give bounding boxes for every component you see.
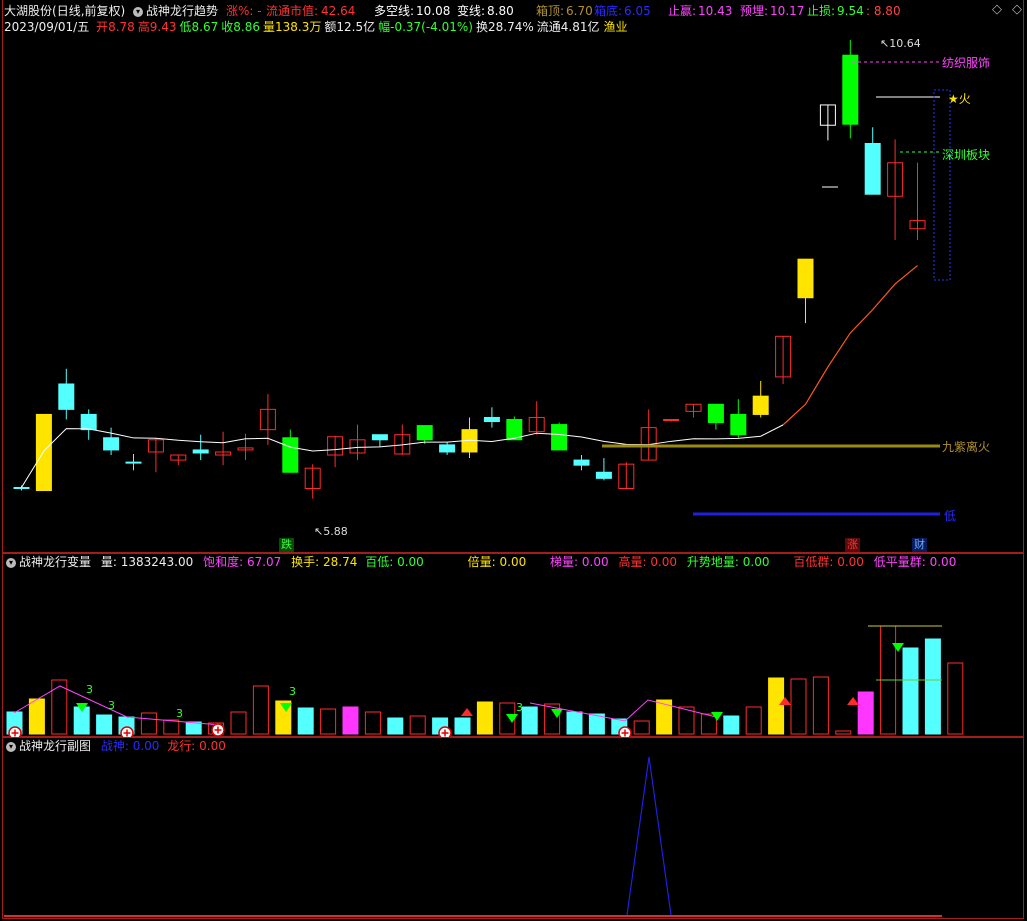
tag-shenzhen[interactable]: 深圳板块 [942, 146, 990, 163]
volume-bar [835, 730, 852, 735]
up-triangle-icon [847, 697, 859, 705]
candle-body [439, 444, 456, 453]
candle-body [797, 258, 814, 299]
zhanshen-spike-line [626, 756, 672, 916]
volume-bar [163, 719, 180, 735]
volume-bar [902, 647, 919, 735]
candle-body [13, 486, 30, 489]
volume-bar [96, 714, 113, 735]
candle-body [842, 54, 859, 125]
count-label: 3 [108, 699, 115, 712]
forecast-box [933, 89, 951, 281]
volume-chart[interactable]: 3 3 3 3 3 [0, 553, 1027, 737]
volume-bar [947, 662, 964, 735]
candle-body [730, 413, 747, 436]
volume-bar [723, 715, 740, 735]
count-label: 3 [516, 701, 523, 714]
volume-bar [790, 678, 807, 735]
volume-bar [768, 677, 785, 735]
up-triangle-icon [461, 708, 473, 716]
candle-body [551, 424, 568, 451]
volume-bar [387, 717, 404, 735]
candle-body [864, 143, 881, 195]
down-triangle-icon [892, 643, 904, 652]
volume-bar [297, 707, 314, 735]
volume-bar [230, 711, 247, 735]
volume-bar [252, 685, 269, 735]
bottom-cai-tag: 财 [912, 538, 927, 552]
tag-textile[interactable]: 纺织服饰 [942, 54, 990, 71]
volume-bar [28, 698, 45, 735]
volume-bar [745, 706, 762, 735]
volume-bar [857, 691, 874, 735]
tag-jiuzi[interactable]: 九紫离火 [942, 438, 990, 455]
volume-bar [364, 711, 381, 735]
candle-body [707, 403, 724, 424]
candle-body [125, 461, 142, 464]
count-label: 3 [289, 685, 296, 698]
volume-bar [476, 701, 493, 735]
candle-body [573, 459, 590, 466]
candlestick-chart[interactable] [0, 0, 1027, 553]
volume-bar [409, 715, 426, 735]
volume-bar [342, 706, 359, 735]
low-price-label: ↖5.88 [314, 525, 348, 538]
candle-body [80, 413, 97, 431]
bottom-die-tag: 跌 [279, 538, 294, 552]
candle-body [663, 419, 680, 421]
volume-bar [320, 708, 337, 735]
down-triangle-icon [506, 714, 518, 723]
bottom-zhang-tag: 涨 [845, 538, 860, 552]
candle-body [35, 413, 52, 492]
volume-bar [633, 720, 650, 735]
volume-bar [924, 638, 941, 735]
candle-body [483, 416, 500, 423]
sub-chart[interactable] [0, 737, 1027, 919]
volume-bar [140, 712, 157, 735]
volume-bar [454, 717, 471, 735]
count-label: 3 [176, 707, 183, 720]
candle-body [595, 471, 612, 479]
candle-body [371, 434, 388, 441]
tag-fire[interactable]: ★火 [948, 90, 971, 107]
volume-bar [812, 676, 829, 735]
high-price-label: ↖10.64 [880, 37, 921, 50]
volume-bar [185, 721, 202, 735]
volume-bar [566, 711, 583, 735]
candle-body [103, 437, 120, 451]
tag-di[interactable]: 低 [944, 507, 956, 524]
candle-body [192, 449, 209, 454]
candle-body [752, 395, 769, 415]
candle-body [58, 383, 75, 410]
down-triangle-icon [551, 709, 563, 718]
count-label: 3 [86, 683, 93, 696]
candle-body [282, 437, 299, 473]
candle-body [416, 425, 433, 441]
volume-bar [521, 706, 538, 735]
